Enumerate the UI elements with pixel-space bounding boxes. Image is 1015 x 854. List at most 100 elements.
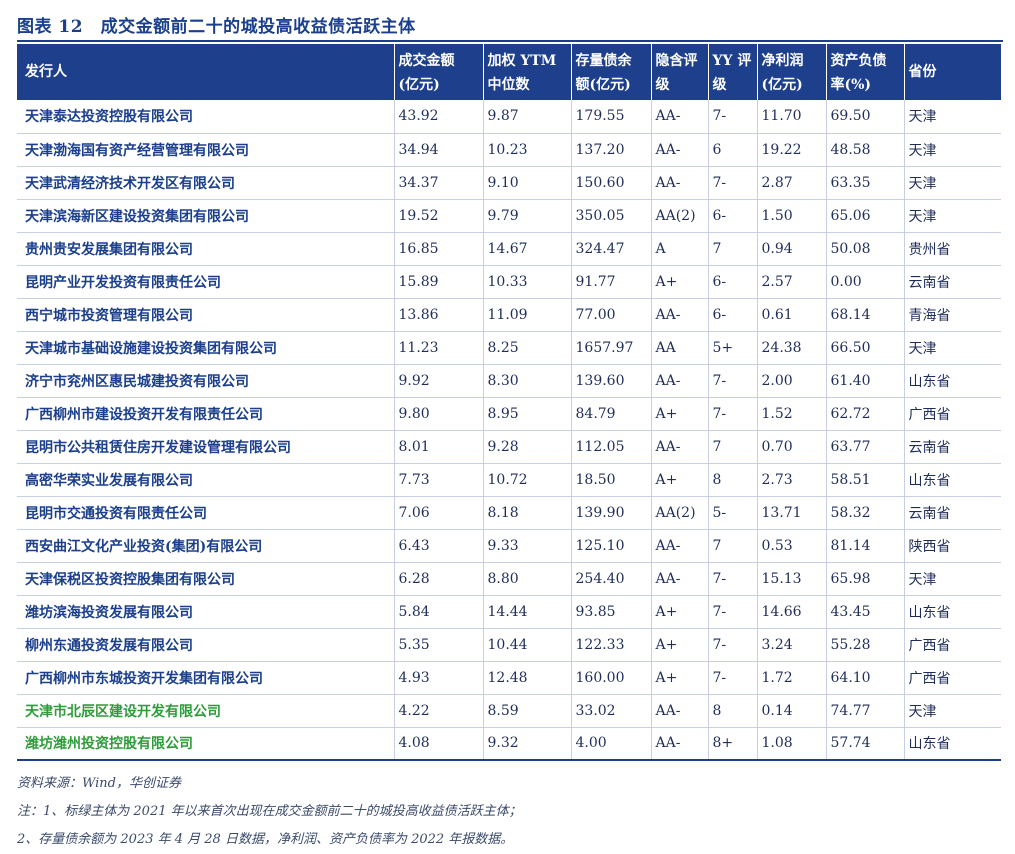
- header-implied-rating: 隐含评级: [651, 44, 709, 100]
- issuer-cell: 天津渤海国有资产经营管理有限公司: [17, 133, 395, 167]
- province-cell: 天津: [904, 133, 1001, 167]
- net-profit-cell: 24.38: [757, 331, 827, 365]
- net-profit-cell: 19.22: [757, 133, 827, 167]
- net-profit-cell: 2.57: [757, 265, 827, 299]
- issuer-cell: 柳州东通投资发展有限公司: [17, 628, 395, 662]
- ytm-cell: 9.79: [483, 199, 572, 233]
- yy-rating-cell: 7-: [708, 397, 758, 431]
- debt-ratio-cell: 0.00: [826, 265, 905, 299]
- issuer-cell: 天津武清经济技术开发区有限公司: [17, 166, 395, 200]
- amount-cell: 13.86: [394, 298, 484, 332]
- net-profit-cell: 15.13: [757, 562, 827, 596]
- amount-cell: 43.92: [394, 100, 484, 134]
- yy-rating-cell: 7-: [708, 364, 758, 398]
- province-cell: 云南省: [904, 265, 1001, 299]
- table-row: 柳州东通投资发展有限公司 5.35 10.44 122.33 A+ 7- 3.24 55.28…: [17, 628, 1001, 662]
- ytm-cell: 9.87: [483, 100, 572, 134]
- net-profit-cell: 3.24: [757, 628, 827, 662]
- net-profit-cell: 1.52: [757, 397, 827, 431]
- debt-ratio-cell: 68.14: [826, 298, 905, 332]
- net-profit-cell: 0.94: [757, 232, 827, 266]
- amount-cell: 7.73: [394, 463, 484, 497]
- province-cell: 山东省: [904, 727, 1001, 761]
- table-row: 西安曲江文化产业投资(集团)有限公司 6.43 9.33 125.10 AA- 7 0.53…: [17, 529, 1001, 563]
- issuer-cell: 天津市北辰区建设开发有限公司: [17, 694, 395, 728]
- issuer-cell: 高密华荣实业发展有限公司: [17, 463, 395, 497]
- balance-cell: 125.10: [571, 529, 652, 563]
- amount-cell: 9.92: [394, 364, 484, 398]
- debt-ratio-cell: 58.32: [826, 496, 905, 530]
- header-debt-ratio: 资产负债 率(%): [826, 44, 905, 100]
- implied-rating-cell: A+: [651, 463, 709, 497]
- table-row: 昆明市交通投资有限责任公司 7.06 8.18 139.90 AA(2) 5- 13.71 5…: [17, 496, 1001, 530]
- yy-rating-cell: 8: [708, 694, 758, 728]
- net-profit-cell: 11.70: [757, 100, 827, 134]
- implied-rating-cell: A+: [651, 628, 709, 662]
- amount-cell: 5.84: [394, 595, 484, 629]
- yy-rating-cell: 7: [708, 232, 758, 266]
- table-body: 天津泰达投资控股有限公司 43.92 9.87 179.55 AA- 7- 11.70 69.…: [17, 100, 1001, 761]
- balance-cell: 33.02: [571, 694, 652, 728]
- header-ytm: 加权 YTM 中位数: [483, 44, 572, 100]
- header-yy-line2: 级: [712, 77, 727, 93]
- yy-rating-cell: 5+: [708, 331, 758, 365]
- implied-rating-cell: A+: [651, 265, 709, 299]
- net-profit-cell: 1.50: [757, 199, 827, 233]
- balance-cell: 1657.97: [571, 331, 652, 365]
- yy-rating-cell: 6-: [708, 265, 758, 299]
- province-cell: 青海省: [904, 298, 1001, 332]
- amount-cell: 8.01: [394, 430, 484, 464]
- ytm-cell: 14.67: [483, 232, 572, 266]
- debt-ratio-cell: 55.28: [826, 628, 905, 662]
- ytm-cell: 14.44: [483, 595, 572, 629]
- ytm-cell: 9.28: [483, 430, 572, 464]
- debt-ratio-cell: 63.35: [826, 166, 905, 200]
- debt-ratio-cell: 81.14: [826, 529, 905, 563]
- yy-rating-cell: 7-: [708, 628, 758, 662]
- net-profit-cell: 14.66: [757, 595, 827, 629]
- yy-rating-cell: 8: [708, 463, 758, 497]
- amount-cell: 5.35: [394, 628, 484, 662]
- header-amount-line2: (亿元): [398, 77, 440, 93]
- balance-cell: 179.55: [571, 100, 652, 134]
- amount-cell: 34.94: [394, 133, 484, 167]
- net-profit-cell: 1.08: [757, 727, 827, 761]
- header-ytm-line1: 加权 YTM: [487, 53, 557, 69]
- ytm-cell: 10.72: [483, 463, 572, 497]
- table-row: 贵州贵安发展集团有限公司 16.85 14.67 324.47 A 7 0.94 50.08 贵…: [17, 232, 1001, 266]
- net-profit-cell: 0.53: [757, 529, 827, 563]
- header-amount: 成交金额 (亿元): [394, 44, 484, 100]
- amount-cell: 16.85: [394, 232, 484, 266]
- issuer-cell: 西安曲江文化产业投资(集团)有限公司: [17, 529, 395, 563]
- province-cell: 天津: [904, 166, 1001, 200]
- notes-block: 资料来源：Wind，华创证券 注：1、标绿主体为 2021 年以来首次出现在成交…: [17, 770, 522, 854]
- table-row: 天津泰达投资控股有限公司 43.92 9.87 179.55 AA- 7- 11.70 69.…: [17, 100, 1001, 134]
- implied-rating-cell: AA(2): [651, 199, 709, 233]
- implied-rating-cell: AA: [651, 331, 709, 365]
- implied-rating-cell: AA-: [651, 133, 709, 167]
- net-profit-cell: 0.14: [757, 694, 827, 728]
- issuer-cell: 济宁市兖州区惠民城建投资有限公司: [17, 364, 395, 398]
- yy-rating-cell: 6: [708, 133, 758, 167]
- province-cell: 云南省: [904, 430, 1001, 464]
- balance-cell: 18.50: [571, 463, 652, 497]
- header-yy-line1: YY 评: [712, 53, 752, 69]
- issuer-cell: 天津泰达投资控股有限公司: [17, 100, 395, 134]
- amount-cell: 7.06: [394, 496, 484, 530]
- yy-rating-cell: 7-: [708, 562, 758, 596]
- balance-cell: 77.00: [571, 298, 652, 332]
- issuer-cell: 西宁城市投资管理有限公司: [17, 298, 395, 332]
- issuer-cell: 贵州贵安发展集团有限公司: [17, 232, 395, 266]
- header-balance-line1: 存量债余: [575, 53, 632, 69]
- implied-rating-cell: A: [651, 232, 709, 266]
- province-cell: 天津: [904, 331, 1001, 365]
- table-header-row: 发行人 成交金额 (亿元) 加权 YTM 中位数 存量债余 额(亿元) 隐含评级 YY…: [17, 44, 1001, 100]
- amount-cell: 9.80: [394, 397, 484, 431]
- net-profit-cell: 2.73: [757, 463, 827, 497]
- net-profit-cell: 2.87: [757, 166, 827, 200]
- ytm-cell: 8.18: [483, 496, 572, 530]
- debt-ratio-cell: 43.45: [826, 595, 905, 629]
- amount-cell: 4.93: [394, 661, 484, 695]
- yy-rating-cell: 7-: [708, 100, 758, 134]
- issuer-cell: 潍坊滨海投资发展有限公司: [17, 595, 395, 629]
